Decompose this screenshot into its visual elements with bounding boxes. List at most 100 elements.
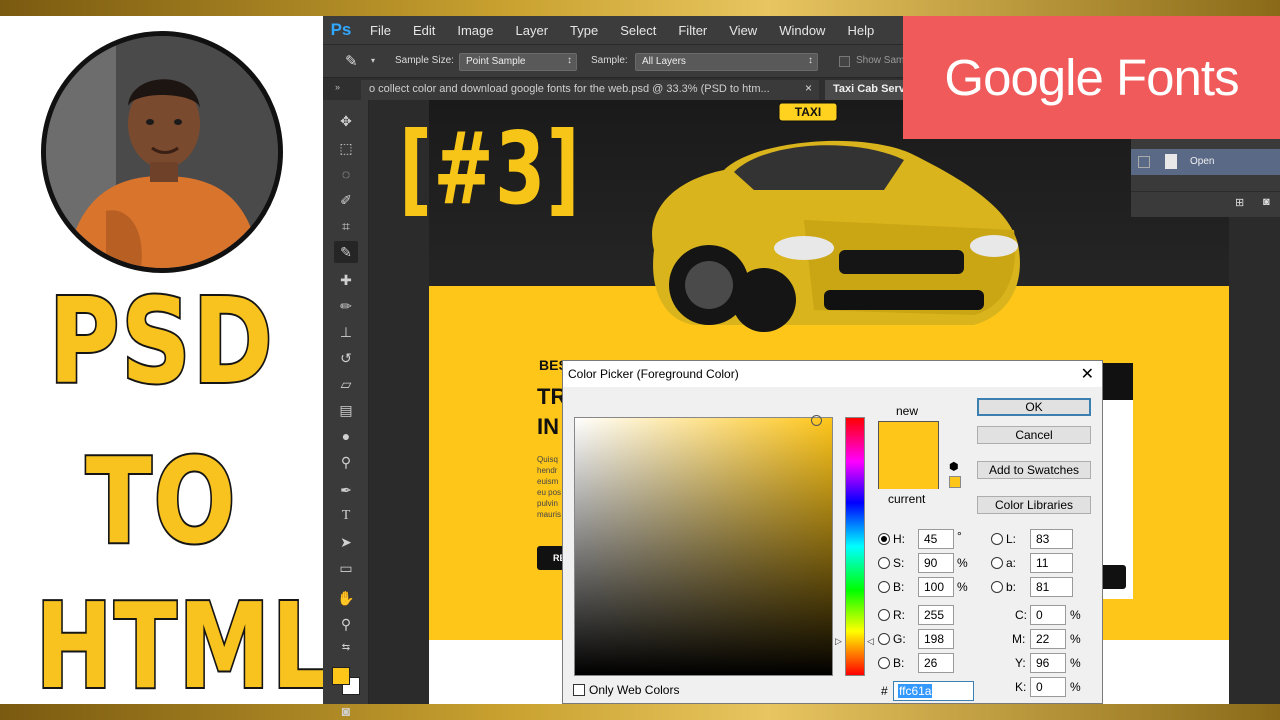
eyedropper-tool-icon[interactable]: ✎ — [334, 241, 358, 263]
saturation-input[interactable]: 90 — [918, 553, 954, 573]
sample-select[interactable]: All Layers — [635, 53, 818, 71]
b-channel-label: b: — [1006, 580, 1017, 594]
percent-unit: % — [1070, 608, 1081, 622]
only-web-colors-checkbox[interactable] — [573, 684, 585, 696]
menu-help[interactable]: Help — [836, 23, 885, 38]
quick-select-tool-icon[interactable]: ✐ — [334, 189, 358, 211]
blue-input[interactable]: 26 — [918, 653, 954, 673]
ok-button[interactable]: OK — [977, 398, 1091, 416]
black-input[interactable]: 0 — [1030, 677, 1066, 697]
menu-select[interactable]: Select — [609, 23, 667, 38]
menu-filter[interactable]: Filter — [667, 23, 718, 38]
a-channel-input[interactable]: 11 — [1030, 553, 1073, 573]
quick-mask-icon[interactable]: ◙ — [334, 700, 358, 720]
zoom-tool-icon[interactable]: ⚲ — [334, 613, 358, 635]
current-color-label: current — [888, 492, 926, 506]
menu-image[interactable]: Image — [446, 23, 504, 38]
new-layer-icon[interactable]: ⊞ — [1235, 196, 1244, 209]
hue-radio[interactable] — [878, 533, 890, 545]
swap-colors-icon[interactable]: ⇆ — [334, 637, 358, 659]
color-picker-dialog: Color Picker (Foreground Color) ✕ ▷ ◁ ne… — [562, 360, 1103, 704]
red-label: R: — [893, 608, 905, 622]
out-of-gamut-cube-icon[interactable]: ⬢ — [949, 460, 959, 473]
lasso-tool-icon[interactable]: ◌ — [334, 163, 358, 185]
brush-tool-icon[interactable]: ✏ — [334, 295, 358, 317]
saturation-radio[interactable] — [878, 557, 890, 569]
b-channel-radio[interactable] — [991, 581, 1003, 593]
shape-tool-icon[interactable]: ▭ — [334, 557, 358, 579]
saturation-brightness-field[interactable] — [574, 415, 833, 676]
cyan-label: C: — [1015, 608, 1027, 622]
show-sampling-ring-label: Show Sam — [856, 55, 905, 66]
move-tool-icon[interactable]: ✥ — [334, 110, 358, 132]
tab-active-document[interactable]: o collect color and download google font… — [361, 80, 819, 100]
green-input[interactable]: 198 — [918, 629, 954, 649]
layers-panel: Open ⊞ ◙ — [1131, 139, 1280, 217]
yellow-input[interactable]: 96 — [1030, 653, 1066, 673]
cancel-button[interactable]: Cancel — [977, 426, 1091, 444]
dodge-tool-icon[interactable]: ⚲ — [334, 451, 358, 473]
collapse-panels-icon[interactable]: » — [335, 82, 340, 92]
brightness-input[interactable]: 100 — [918, 577, 954, 597]
hue-slider-left-arrow-icon[interactable]: ▷ — [835, 636, 842, 647]
menu-file[interactable]: File — [359, 23, 402, 38]
episode-number: [#3] — [399, 110, 582, 227]
booking-form-header — [1102, 363, 1133, 400]
history-brush-tool-icon[interactable]: ↺ — [334, 347, 358, 369]
tab-taxi-cab-service[interactable]: Taxi Cab Serv — [825, 80, 903, 100]
crop-tool-icon[interactable]: ⌗ — [334, 215, 358, 237]
type-tool-icon[interactable]: T — [334, 505, 358, 527]
hue-slider-right-arrow-icon[interactable]: ◁ — [867, 636, 874, 647]
show-sampling-ring-checkbox[interactable] — [839, 56, 850, 67]
hue-slider[interactable] — [845, 417, 865, 676]
a-channel-radio[interactable] — [991, 557, 1003, 569]
menu-edit[interactable]: Edit — [402, 23, 446, 38]
sample-label: Sample: — [591, 55, 628, 66]
gradient-tool-icon[interactable]: ▤ — [334, 399, 358, 421]
healing-brush-tool-icon[interactable]: ✚ — [334, 269, 358, 291]
layer-row-open[interactable]: Open — [1131, 149, 1280, 175]
eyedropper-tool-icon[interactable]: ✎ — [345, 52, 358, 70]
blue-radio[interactable] — [878, 657, 890, 669]
lightness-radio[interactable] — [991, 533, 1003, 545]
foreground-color-swatch[interactable] — [332, 667, 350, 685]
tab-close-icon[interactable]: × — [805, 81, 812, 95]
photoshop-logo: Ps — [330, 20, 352, 39]
close-icon[interactable]: ✕ — [1081, 364, 1094, 384]
blur-tool-icon[interactable]: ● — [334, 425, 358, 447]
percent-unit: % — [1070, 680, 1081, 694]
magenta-input[interactable]: 22 — [1030, 629, 1066, 649]
pen-tool-icon[interactable]: ✒ — [334, 479, 358, 501]
lightness-input[interactable]: 83 — [1030, 529, 1073, 549]
brightness-label: B: — [893, 580, 905, 594]
blue-label: B: — [893, 656, 905, 670]
color-field-marker[interactable] — [811, 415, 822, 426]
add-to-swatches-button[interactable]: Add to Swatches — [977, 461, 1091, 479]
green-radio[interactable] — [878, 633, 890, 645]
tool-preset-chevron-down-icon[interactable]: ▾ — [371, 56, 375, 65]
hand-tool-icon[interactable]: ✋ — [334, 587, 358, 609]
taxi-sign-label: TAXI — [795, 105, 821, 119]
layer-visibility-icon[interactable] — [1138, 156, 1150, 168]
camera-icon[interactable]: ◙ — [1263, 196, 1270, 208]
menu-view[interactable]: View — [718, 23, 768, 38]
eraser-tool-icon[interactable]: ▱ — [334, 373, 358, 395]
google-fonts-badge: Google Fonts — [903, 16, 1280, 139]
hue-input[interactable]: 45 — [918, 529, 954, 549]
hex-input[interactable]: ffc61a — [893, 681, 974, 701]
sample-size-select[interactable]: Point Sample — [459, 53, 577, 71]
menu-window[interactable]: Window — [768, 23, 836, 38]
menu-type[interactable]: Type — [559, 23, 609, 38]
red-input[interactable]: 255 — [918, 605, 954, 625]
brightness-radio[interactable] — [878, 581, 890, 593]
cyan-input[interactable]: 0 — [1030, 605, 1066, 625]
menu-layer[interactable]: Layer — [505, 23, 560, 38]
web-safe-color-swatch[interactable] — [949, 476, 961, 488]
presenter-photo — [46, 36, 278, 268]
path-selection-tool-icon[interactable]: ➤ — [334, 531, 358, 553]
clone-stamp-tool-icon[interactable]: ⊥ — [334, 321, 358, 343]
red-radio[interactable] — [878, 609, 890, 621]
b-channel-input[interactable]: 81 — [1030, 577, 1073, 597]
color-libraries-button[interactable]: Color Libraries — [977, 496, 1091, 514]
marquee-tool-icon[interactable]: ⬚ — [334, 137, 358, 159]
